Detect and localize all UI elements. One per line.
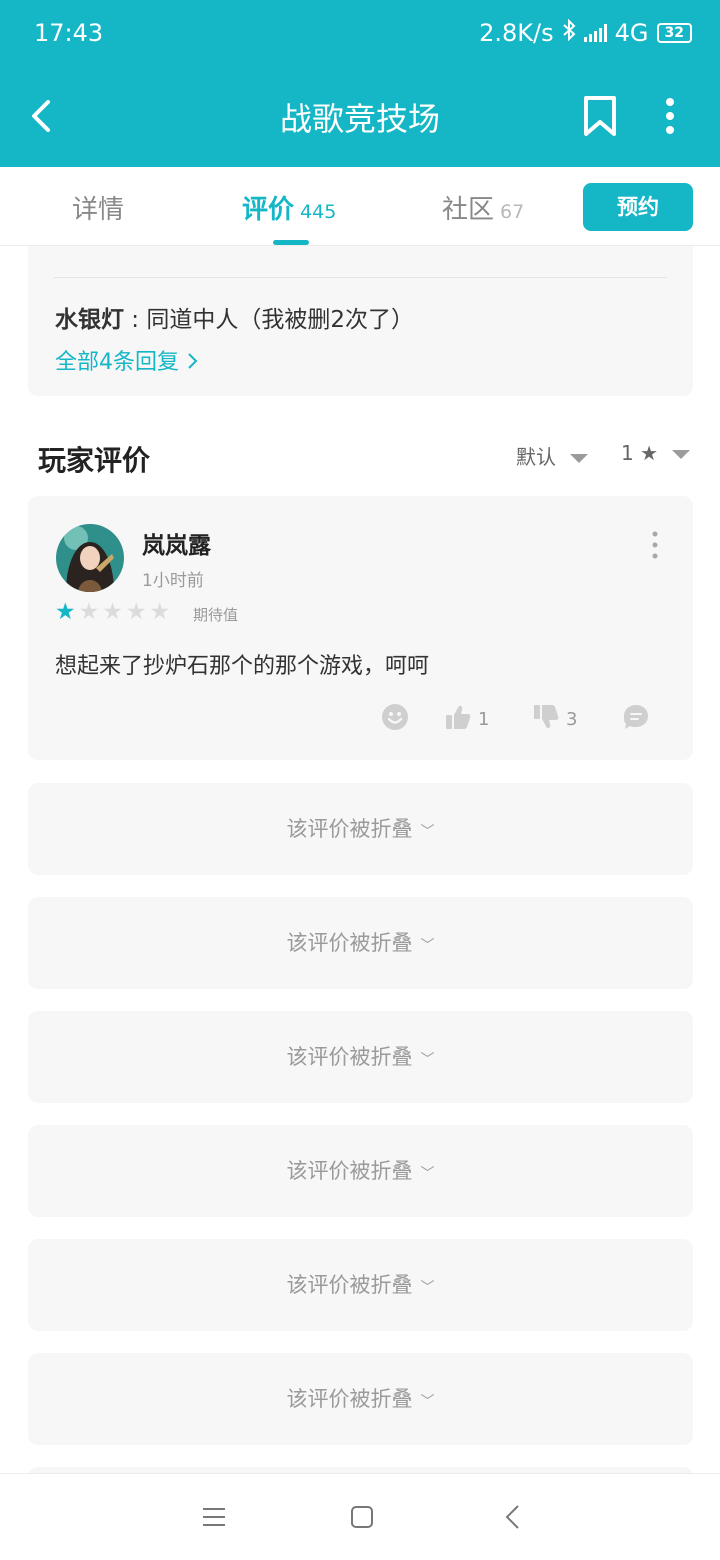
view-all-replies-label: 全部4条回复	[55, 350, 179, 375]
folded-label: 该评价被折叠	[286, 931, 413, 955]
star-empty-icon: ★	[149, 599, 171, 625]
reviewer-name[interactable]: 岚岚露	[142, 526, 211, 560]
folded-review[interactable]: 该评价被折叠 ﹀	[28, 1011, 693, 1103]
reply-text: 同道中人（我被删2次了）	[146, 307, 415, 333]
tab-label: 详情	[72, 195, 125, 225]
star-empty-icon: ★	[102, 599, 123, 625]
star-filter-dropdown[interactable]: 1 ★	[621, 441, 691, 465]
folded-review[interactable]: 该评价被折叠 ﹀	[28, 1353, 693, 1445]
section-title: 玩家评价	[38, 444, 151, 477]
star-filled-icon: ★	[55, 599, 76, 625]
signal-icon	[583, 24, 607, 42]
chevron-down-icon: ﹀	[420, 824, 435, 840]
chevron-right-icon	[186, 350, 200, 375]
status-bar: 17:43 2.8K/s 4G 32	[0, 0, 720, 66]
star-empty-icon: ★	[78, 599, 100, 625]
thumbs-up-icon	[444, 703, 472, 736]
comment-icon	[622, 703, 650, 736]
folded-label: 该评价被折叠	[286, 1045, 413, 1069]
reply-line: 水银灯 : 同道中人（我被删2次了）	[55, 300, 414, 334]
caret-down-icon	[570, 454, 588, 463]
battery-icon: 32	[656, 23, 692, 43]
review-list[interactable]: 水银灯 : 同道中人（我被删2次了） 全部4条回复 玩家评价 默认 1 ★ 岚岚…	[0, 246, 720, 1473]
emoji-reaction-button[interactable]	[381, 703, 409, 736]
review-actions: 1 3	[28, 703, 693, 735]
review-text: 想起来了抄炉石那个的那个游戏，呵呵	[55, 654, 430, 679]
folded-label: 该评价被折叠	[286, 1159, 413, 1183]
folded-review[interactable]: 该评价被折叠 ﹀	[28, 1125, 693, 1217]
reply-author: 水银灯	[55, 307, 124, 333]
dislike-count: 3	[566, 709, 578, 730]
folded-review[interactable]: 该评价被折叠 ﹀	[28, 1239, 693, 1331]
chevron-down-icon: ﹀	[420, 938, 435, 954]
tab-label: 评价	[242, 195, 295, 225]
folded-label: 该评价被折叠	[286, 817, 413, 841]
caret-down-icon	[672, 450, 691, 459]
network-type: 4G	[614, 19, 649, 47]
view-all-replies-link[interactable]: 全部4条回复	[55, 344, 200, 376]
chevron-down-icon: ﹀	[420, 1394, 435, 1410]
status-indicators: 2.8K/s 4G 32	[479, 18, 692, 47]
folded-review[interactable]: 该评价被折叠 ﹀	[28, 783, 693, 875]
system-back-icon[interactable]	[498, 1502, 528, 1532]
thumbs-down-icon	[532, 703, 560, 736]
folded-review[interactable]: 该评价被折叠 ﹀	[28, 897, 693, 989]
tab-indicator	[273, 240, 309, 245]
reply-preview-card: 水银灯 : 同道中人（我被删2次了） 全部4条回复	[28, 246, 693, 396]
sort-label: 默认	[516, 445, 556, 469]
tab-details[interactable]: 详情	[72, 189, 124, 226]
menu-icon[interactable]	[199, 1502, 229, 1532]
rating-tag: 期待值	[193, 606, 239, 624]
review-time: 1小时前	[142, 571, 204, 591]
network-speed: 2.8K/s	[479, 19, 554, 47]
system-navigation-bar	[0, 1473, 720, 1560]
chevron-down-icon: ﹀	[420, 1280, 435, 1296]
chevron-down-icon: ﹀	[420, 1052, 435, 1068]
tab-count: 67	[500, 201, 525, 223]
tab-label: 社区	[442, 195, 495, 225]
tab-count: 445	[300, 201, 337, 223]
like-count: 1	[478, 709, 490, 730]
comment-button[interactable]	[622, 703, 650, 736]
reserve-button[interactable]: 预约	[583, 183, 693, 231]
tab-reviews[interactable]: 评价 445	[242, 189, 336, 226]
more-vertical-icon[interactable]	[652, 96, 688, 136]
home-icon[interactable]	[347, 1502, 377, 1532]
reply-separator: :	[124, 307, 147, 333]
bookmark-icon[interactable]	[580, 94, 620, 138]
like-button[interactable]: 1	[444, 703, 489, 736]
star-filter-label: 1 ★	[621, 441, 659, 465]
star-empty-icon: ★	[125, 599, 147, 625]
chevron-down-icon: ﹀	[420, 1166, 435, 1182]
dislike-button[interactable]: 3	[532, 703, 577, 736]
rating-stars: ★ ★ ★ ★ ★	[55, 600, 170, 624]
bluetooth-icon	[562, 18, 576, 47]
folded-label: 该评价被折叠	[286, 1387, 413, 1411]
tab-community[interactable]: 社区 67	[442, 189, 524, 226]
status-time: 17:43	[34, 19, 104, 47]
sort-dropdown[interactable]: 默认	[516, 441, 588, 470]
more-vertical-icon[interactable]	[649, 530, 661, 560]
folded-label: 该评价被折叠	[286, 1273, 413, 1297]
tab-bar: 详情 评价 445 社区 67 预约	[0, 167, 720, 246]
divider	[54, 277, 667, 278]
app-toolbar: 战歌竞技场	[0, 66, 720, 166]
review-card: 岚岚露 1小时前 ★ ★ ★ ★ ★ 期待值 想起来了抄炉石那个的那个游戏，呵呵 1	[28, 496, 693, 760]
avatar[interactable]	[56, 524, 124, 592]
smiley-icon	[381, 703, 409, 736]
